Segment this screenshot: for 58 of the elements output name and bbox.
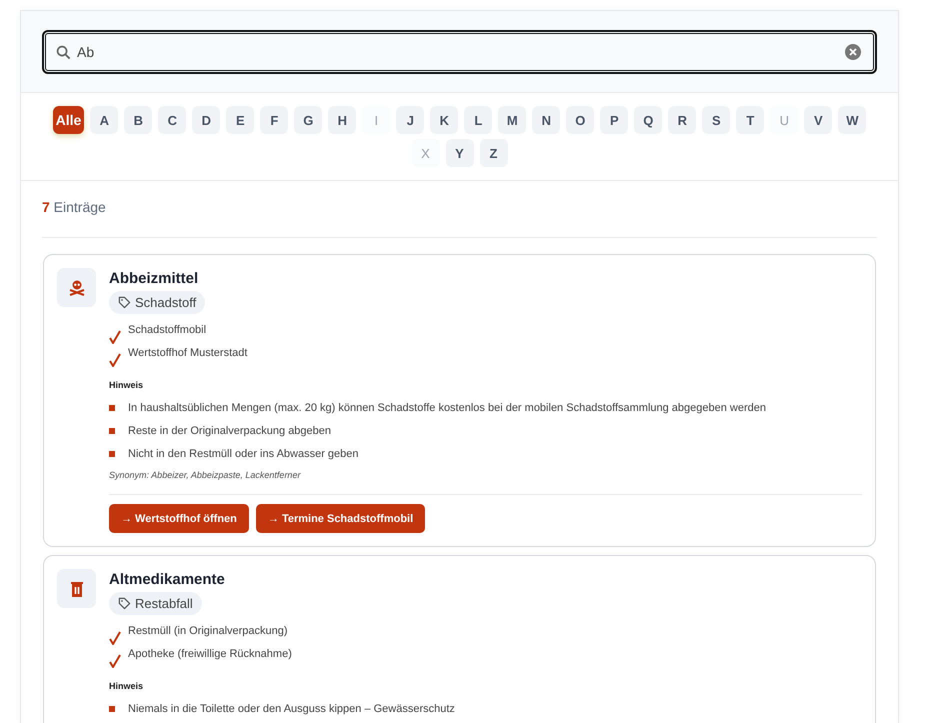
category-label: Schadstoff [135,295,196,310]
search-field[interactable]: Ab [42,30,877,74]
disposal-location: Apotheke (freiwillige Rücknahme) [128,648,292,660]
letter-filter[interactable]: C [158,106,186,134]
bullet-icon [109,706,115,712]
trash-icon [57,569,96,608]
letter-filter[interactable]: E [226,106,254,134]
letter-filter[interactable]: W [838,106,866,134]
letter-filter[interactable]: S [702,106,730,134]
letter-filter[interactable]: L [464,106,492,134]
letter-filter[interactable]: T [736,106,764,134]
letter-filter[interactable]: M [498,106,526,134]
disposal-location: Wertstoffhof Musterstadt [128,347,248,359]
bullet-icon [109,428,115,434]
letter-filter[interactable]: Z [480,139,508,167]
letter-filter[interactable]: Q [634,106,662,134]
letter-filter[interactable]: K [430,106,458,134]
action-button[interactable]: → Termine Schadstoffmobil [256,504,426,533]
letter-filter[interactable]: A [90,106,118,134]
letter-filter[interactable]: V [804,106,832,134]
synonyms-text: Synonym: Abbeizer, Abbeizpaste, Lackentferner [109,470,302,480]
bullet-icon [109,450,115,456]
note-text: Reste in der Originalverpackung abgeben [128,424,332,436]
result-count: 7 Einträge [42,199,877,238]
letter-filter[interactable]: B [124,106,152,134]
entry-title: Abbeizmittel [109,270,200,287]
clear-icon[interactable] [845,44,861,60]
note-text: In haushaltsüblichen Mengen (max. 20 kg) können Schadstoffe kostenlos bei der mobilen Schadstoffsammlung abgegeben werden [128,402,766,414]
check-icon [109,631,121,645]
check-icon [109,353,121,367]
disposal-location: Restmüll (in Originalverpackung) [128,625,288,637]
letter-filter[interactable]: N [532,106,560,134]
check-icon [109,330,121,344]
note-heading: Hinweis [109,681,144,691]
letter-filter[interactable]: Y [446,139,474,167]
letter-filter[interactable]: P [600,106,628,134]
letter-filter[interactable]: F [260,106,288,134]
bullet-icon [109,404,115,410]
letter-filter[interactable]: H [328,106,356,134]
note-heading: Hinweis [109,380,144,390]
disposal-location: Schadstoffmobil [128,324,206,336]
letter-filter[interactable]: Alle [52,106,84,134]
action-button[interactable]: → Wertstoffhof öffnen [109,504,249,533]
check-icon [109,654,121,668]
tag-icon [118,597,131,610]
letter-filter[interactable]: J [396,106,424,134]
search-input[interactable]: Ab [77,44,839,60]
note-text: Niemals in die Toilette oder den Ausguss kippen – Gewässerschutz [128,702,455,714]
letter-filter[interactable]: D [192,106,220,134]
category-label: Restabfall [135,596,193,611]
letter-filter[interactable]: R [668,106,696,134]
search-icon [56,44,71,60]
note-text: Nicht in den Restmüll oder ins Abwasser geben [128,448,359,460]
entry-title: Altmedikamente [109,571,226,588]
letter-filter[interactable]: G [294,106,322,134]
skull-icon [57,268,96,307]
tag-icon [118,296,131,309]
letter-filter[interactable]: O [566,106,594,134]
